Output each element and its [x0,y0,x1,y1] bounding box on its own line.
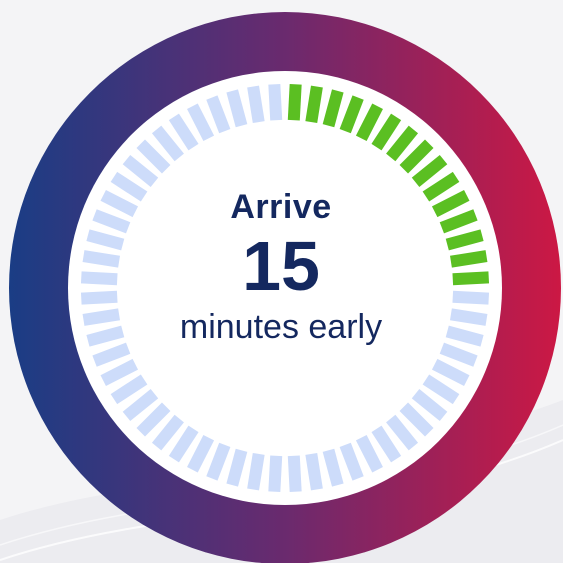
minute-tick [268,455,283,493]
minute-tick [268,83,283,121]
minute-tick-active [287,83,302,121]
center-message: Arrive 15 minutes early [131,185,431,349]
minute-tick [80,290,118,305]
minute-tick [452,290,490,305]
minutes-number: 15 [242,227,320,305]
arrive-label: Arrive [230,188,332,226]
minute-tick-active [452,271,490,286]
minute-tick [80,271,118,286]
arrive-early-graphic: Arrive 15 minutes early [0,0,563,563]
minute-tick [287,455,302,493]
minutes-early-label: minutes early [179,308,383,346]
